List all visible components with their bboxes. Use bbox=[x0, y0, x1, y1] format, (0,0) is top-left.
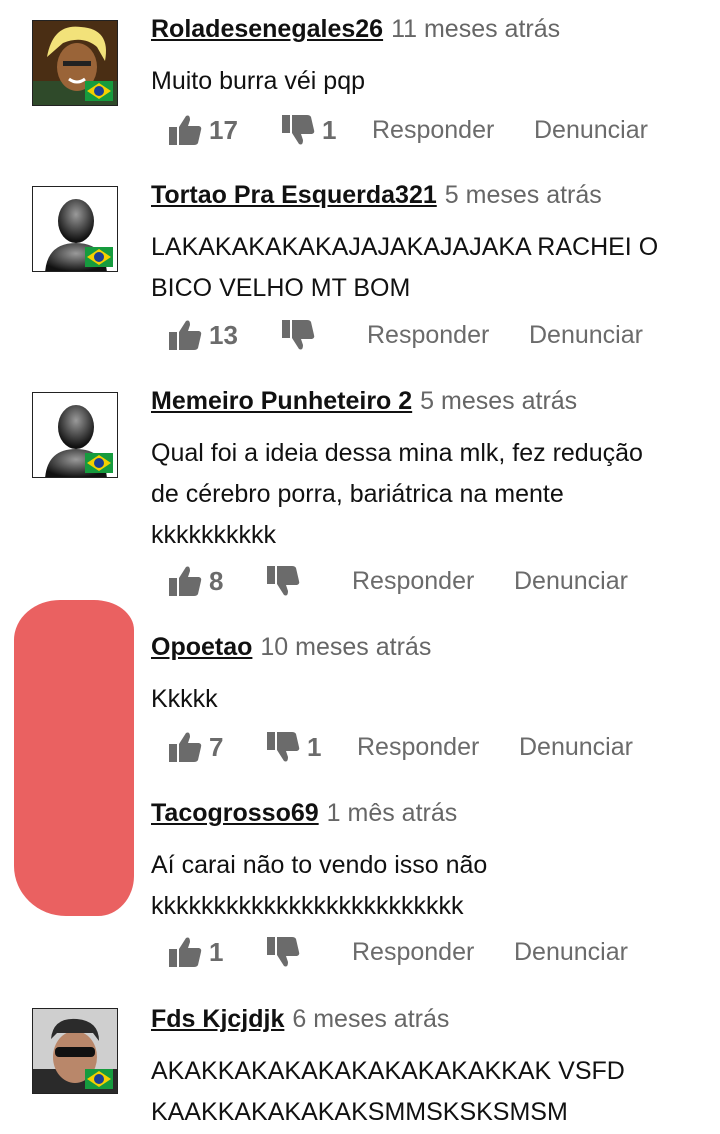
comment-line: Aí carai não to vendo isso não bbox=[151, 851, 488, 879]
timestamp: 5 meses atrás bbox=[444, 181, 602, 209]
comment-actions: 17 1 Responder Denunciar bbox=[0, 110, 720, 150]
reply-button[interactable]: Responder bbox=[372, 110, 494, 150]
comment-line: KAAKKAKAKAKAKSMMSKSKSMSM bbox=[151, 1098, 568, 1126]
like-count: 13 bbox=[209, 320, 238, 350]
brazil-flag-icon bbox=[85, 1069, 113, 1089]
comment-header: Fds Kjcjdjk 6 meses atrás bbox=[151, 1004, 449, 1034]
comment-actions: 1 Responder Denunciar bbox=[0, 932, 720, 972]
report-button[interactable]: Denunciar bbox=[534, 110, 648, 150]
thumbs-up-icon[interactable] bbox=[168, 565, 202, 597]
timestamp: 10 meses atrás bbox=[260, 633, 432, 661]
dislike-count: 1 bbox=[307, 732, 322, 762]
timestamp: 5 meses atrás bbox=[420, 387, 578, 415]
comment-header: Opoetao 10 meses atrás bbox=[151, 632, 431, 662]
comment-line: de cérebro porra, bariátrica na mente bbox=[151, 480, 564, 508]
author-link[interactable]: Opoetao bbox=[151, 633, 252, 661]
thumbs-up-icon[interactable] bbox=[168, 319, 202, 351]
report-button[interactable]: Denunciar bbox=[529, 315, 643, 355]
reply-button[interactable]: Responder bbox=[352, 932, 474, 972]
comment-header: Roladesenegales26 11 meses atrás bbox=[151, 14, 560, 44]
report-button[interactable]: Denunciar bbox=[514, 561, 628, 601]
author-link[interactable]: Tortao Pra Esquerda321 bbox=[151, 181, 437, 209]
reply-button[interactable]: Responder bbox=[367, 315, 489, 355]
comment-text: Kkkkk bbox=[151, 679, 691, 720]
report-button[interactable]: Denunciar bbox=[519, 727, 633, 767]
brazil-flag-icon bbox=[85, 453, 113, 473]
thumbs-down-icon[interactable] bbox=[266, 731, 300, 763]
like-count: 17 bbox=[209, 115, 238, 145]
author-link[interactable]: Tacogrosso69 bbox=[151, 799, 319, 827]
comment-line: Muito burra véi pqp bbox=[151, 67, 366, 95]
comment-text: Muito burra véi pqp bbox=[151, 61, 691, 102]
thumbs-up-icon[interactable] bbox=[168, 114, 202, 146]
comment-line: Kkkkk bbox=[151, 685, 218, 713]
like-count: 7 bbox=[209, 732, 224, 762]
report-button[interactable]: Denunciar bbox=[514, 932, 628, 972]
brazil-flag-icon bbox=[85, 81, 113, 101]
author-link[interactable]: Fds Kjcjdjk bbox=[151, 1005, 284, 1033]
comment-line: BICO VELHO MT BOM bbox=[151, 274, 411, 302]
timestamp: 6 meses atrás bbox=[292, 1005, 450, 1033]
comment-header: Tortao Pra Esquerda321 5 meses atrás bbox=[151, 180, 602, 210]
avatar[interactable] bbox=[32, 392, 118, 478]
comment-text: Qual foi a ideia dessa mina mlk, fez red… bbox=[151, 433, 691, 556]
author-link[interactable]: Memeiro Punheteiro 2 bbox=[151, 387, 412, 415]
comment-line: AKAKKAKAKAKAKAKAKAKAKKAK VSFD bbox=[151, 1057, 625, 1085]
timestamp: 1 mês atrás bbox=[326, 799, 458, 827]
avatar[interactable] bbox=[32, 20, 118, 106]
thumbs-down-icon[interactable] bbox=[281, 114, 315, 146]
thumbs-up-icon[interactable] bbox=[168, 936, 202, 968]
comment-text: AKAKKAKAKAKAKAKAKAKAKKAK VSFD KAAKKAKAKA… bbox=[151, 1051, 691, 1133]
avatar[interactable] bbox=[32, 186, 118, 272]
comment-header: Memeiro Punheteiro 2 5 meses atrás bbox=[151, 386, 577, 416]
avatar[interactable] bbox=[32, 1008, 118, 1094]
like-count: 1 bbox=[209, 937, 224, 967]
comment-line: kkkkkkkkkkkkkkkkkkkkkkkkk bbox=[151, 892, 464, 920]
comment-text: LAKAKAKAKAKAJAJAKAJAJAKA RACHEI O BICO V… bbox=[151, 227, 691, 309]
comment-line: Qual foi a ideia dessa mina mlk, fez red… bbox=[151, 439, 643, 467]
thumbs-down-icon[interactable] bbox=[266, 565, 300, 597]
comment-line: LAKAKAKAKAKAJAJAKAJAJAKA RACHEI O bbox=[151, 233, 659, 261]
comment-actions: 8 Responder Denunciar bbox=[0, 561, 720, 601]
dislike-count: 1 bbox=[322, 115, 337, 145]
comment-actions: 7 1 Responder Denunciar bbox=[0, 727, 720, 767]
author-link[interactable]: Roladesenegales26 bbox=[151, 15, 383, 43]
thumbs-up-icon[interactable] bbox=[168, 731, 202, 763]
brazil-flag-icon bbox=[85, 247, 113, 267]
reply-button[interactable]: Responder bbox=[352, 561, 474, 601]
like-count: 8 bbox=[209, 566, 224, 596]
comment-line: kkkkkkkkkk bbox=[151, 521, 276, 549]
comment-header: Tacogrosso69 1 mês atrás bbox=[151, 798, 457, 828]
comment-actions: 13 Responder Denunciar bbox=[0, 315, 720, 355]
thumbs-down-icon[interactable] bbox=[281, 319, 315, 351]
thumbs-down-icon[interactable] bbox=[266, 936, 300, 968]
comment-text: Aí carai não to vendo isso não kkkkkkkkk… bbox=[151, 845, 691, 927]
timestamp: 11 meses atrás bbox=[391, 15, 561, 43]
reply-button[interactable]: Responder bbox=[357, 727, 479, 767]
